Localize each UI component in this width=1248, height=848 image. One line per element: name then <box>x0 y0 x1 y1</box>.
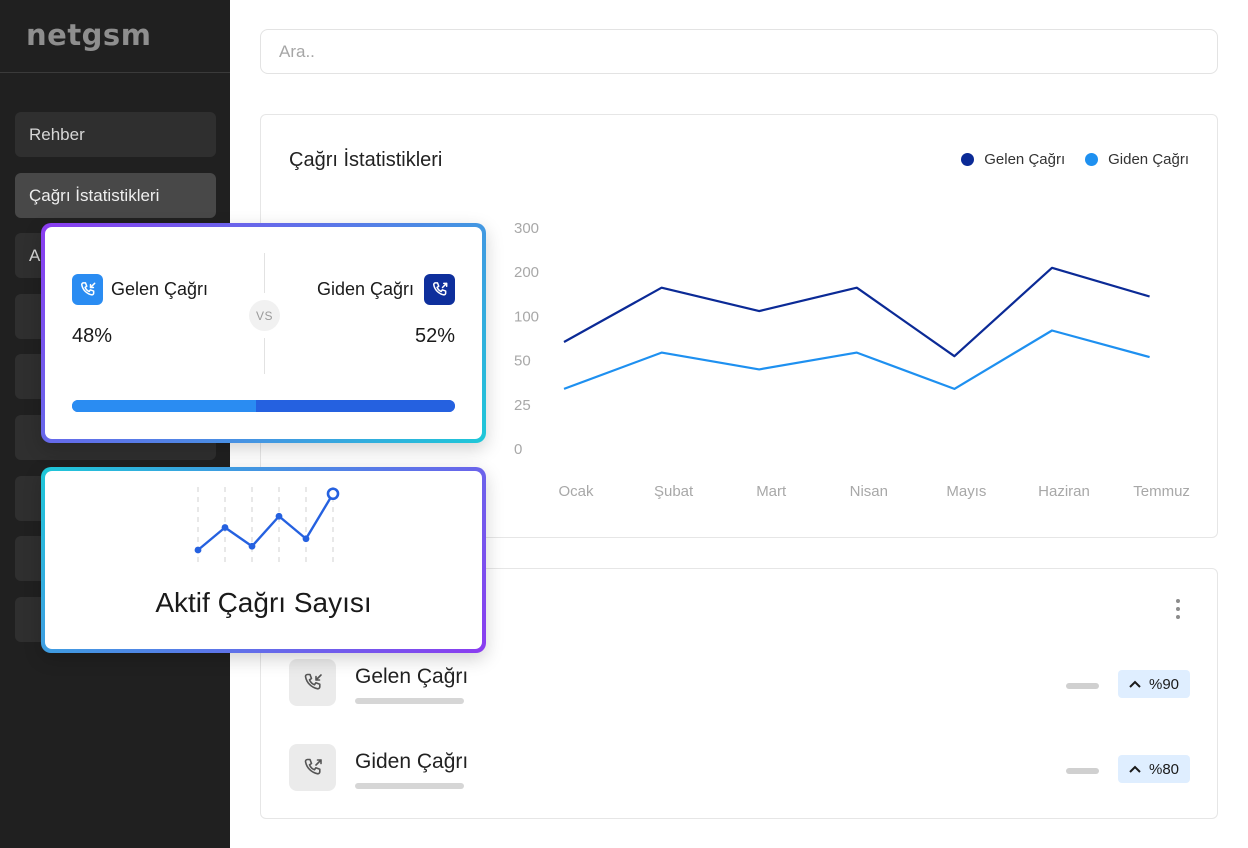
sparkline-point <box>302 535 310 543</box>
call-compare-card: Gelen Çağrı Giden Çağrı 48% 52% VS <box>41 223 486 443</box>
chart-title: Çağrı İstatistikleri <box>289 149 443 171</box>
legend-dot-outgoing <box>1085 153 1099 166</box>
active-calls-card: Aktif Çağrı Sayısı <box>41 467 486 653</box>
active-calls-title: Aktif Çağrı Sayısı <box>155 587 372 618</box>
logo: netgsm <box>26 18 152 52</box>
outgoing-call-icon <box>289 744 336 791</box>
sparkline-point <box>194 546 202 554</box>
vs-badge: VS <box>249 300 280 331</box>
active-calls-sparkline <box>194 487 340 567</box>
x-tick-label: Mayıs <box>946 483 986 500</box>
sidebar-item-rehber[interactable]: Rehber <box>15 112 216 157</box>
y-tick-label: 100 <box>514 308 539 325</box>
incoming-call-icon <box>72 274 103 305</box>
list-item-label: Giden Çağrı <box>355 750 469 773</box>
chevron-up-icon <box>1129 680 1141 688</box>
incoming-share-fill <box>72 400 256 412</box>
chevron-up-icon <box>1129 765 1141 773</box>
list-item-bar <box>355 783 464 789</box>
y-tick-label: 200 <box>514 264 539 281</box>
sparkline-point <box>326 487 340 501</box>
y-tick-label: 300 <box>514 220 539 237</box>
sidebar-item-cagri-istatistikleri[interactable]: Çağrı İstatistikleri <box>15 173 216 218</box>
list-item-pill <box>1066 768 1099 774</box>
legend-item-incoming[interactable]: Gelen Çağrı <box>961 151 1065 168</box>
incoming-percent: 48% <box>72 325 113 347</box>
sparkline-line <box>197 493 335 551</box>
list-item-pill <box>1066 683 1099 689</box>
list-item-label: Gelen Çağrı <box>355 665 469 688</box>
incoming-call-icon <box>289 659 336 706</box>
more-options-icon[interactable] <box>1175 599 1181 623</box>
legend-label-outgoing: Giden Çağrı <box>1108 151 1189 168</box>
outgoing-share-fill <box>255 400 455 412</box>
x-tick-label: Nisan <box>850 483 888 500</box>
legend-item-outgoing[interactable]: Giden Çağrı <box>1085 151 1189 168</box>
list-item[interactable]: Giden Çağrı %80 <box>289 744 1191 792</box>
y-tick-label: 0 <box>514 441 522 458</box>
series-line-incoming <box>563 266 1150 358</box>
chart-legend: Gelen Çağrı Giden Çağrı <box>941 151 1189 168</box>
legend-label-incoming: Gelen Çağrı <box>984 151 1066 168</box>
vs-divider-top <box>264 253 265 293</box>
outgoing-summary: Giden Çağrı <box>317 274 455 305</box>
list-item-bar <box>355 698 464 704</box>
y-tick-label: 50 <box>514 353 531 370</box>
sidebar-divider <box>0 72 230 73</box>
trend-badge-value: %90 <box>1148 675 1180 693</box>
x-tick-label: Temmuz <box>1133 483 1190 500</box>
y-tick-label: 25 <box>514 397 531 414</box>
trend-badge-value: %80 <box>1148 760 1180 778</box>
outgoing-percent: 52% <box>414 325 455 347</box>
x-tick-label: Mart <box>756 483 787 500</box>
sparkline-point <box>275 512 283 520</box>
legend-dot-incoming <box>961 153 975 166</box>
outgoing-label: Giden Çağrı <box>316 279 414 299</box>
trend-badge: %90 <box>1118 670 1190 698</box>
x-tick-label: Şubat <box>654 483 694 500</box>
series-line-outgoing <box>563 329 1150 390</box>
list-item[interactable]: Gelen Çağrı %90 <box>289 659 1191 707</box>
vs-divider-bottom <box>264 338 265 374</box>
trend-badge: %80 <box>1118 755 1190 783</box>
incoming-label: Gelen Çağrı <box>111 279 209 299</box>
x-tick-label: Ocak <box>558 483 594 500</box>
share-progress-bar <box>72 400 455 412</box>
search-input[interactable] <box>260 29 1218 74</box>
sparkline-point <box>221 524 229 531</box>
sparkline-point <box>248 542 256 550</box>
x-tick-label: Haziran <box>1038 483 1090 500</box>
incoming-summary: Gelen Çağrı <box>72 274 208 305</box>
outgoing-call-icon <box>424 274 455 305</box>
